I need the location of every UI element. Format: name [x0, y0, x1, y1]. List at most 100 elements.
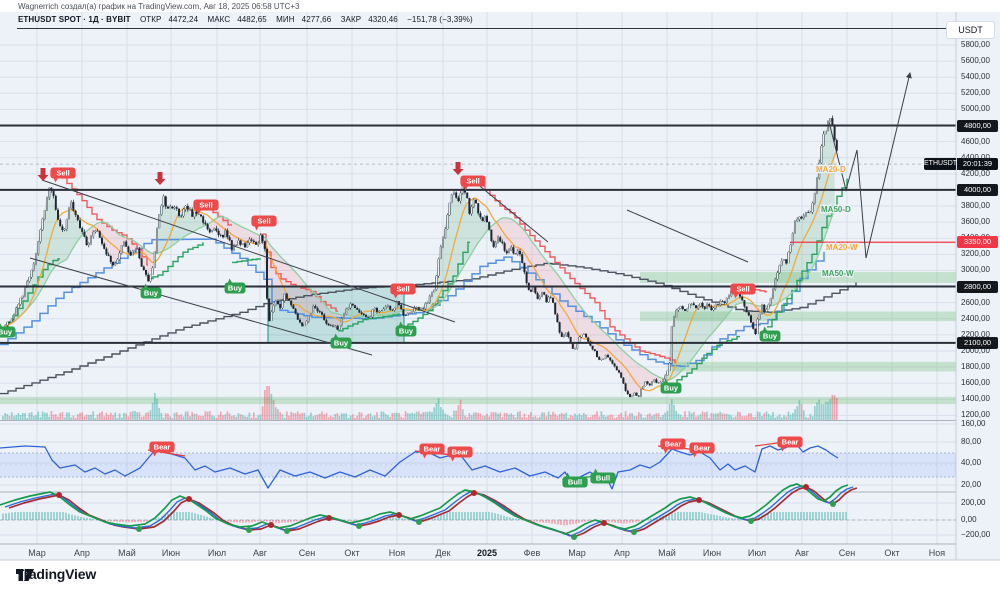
open-label: ОТКР [139, 15, 162, 24]
tradingview-logo-icon [16, 569, 34, 581]
sell-arrow-icon [37, 168, 49, 181]
osc-top-dot [326, 515, 332, 521]
time-tick-month: Июн [702, 548, 722, 558]
close-label: ЗАКР [340, 15, 362, 24]
ma-label: MA50-D [821, 205, 851, 214]
buy-signal-label: Buy [759, 326, 781, 342]
ma-label: MA20-W [826, 243, 858, 252]
time-tick-month: Авг [794, 548, 810, 558]
price-tick: 5600,00 [961, 56, 990, 66]
time-tick-month: Ноя [928, 548, 946, 558]
price-tick: 5800,00 [961, 40, 990, 49]
buy-signal-label: Buy [224, 278, 246, 294]
current-symbol-badge: ETHUSDT [924, 158, 957, 170]
symbol-ohlc-row[interactable]: ETHUSDT SPOT · 1Д · BYBIT ОТКР 4472,24 МА… [18, 15, 480, 24]
trendline [41, 179, 456, 323]
ma50-weekly-line [0, 262, 857, 395]
time-tick-month: Апр [614, 548, 630, 558]
label-text: Bull [568, 478, 582, 487]
price-tick: 2400,00 [961, 313, 990, 323]
price-tick: 3000,00 [961, 265, 990, 275]
currency-toggle-button[interactable]: USDT [946, 21, 995, 39]
price-tick: 5400,00 [961, 72, 990, 82]
rsi-band [0, 453, 956, 477]
label-text: Buy [228, 284, 243, 293]
time-tick-month: Мар [28, 548, 46, 558]
label-text: Buy [664, 384, 679, 393]
osc-tick: 0,00 [961, 515, 977, 524]
change-value: −151,78 (−3,39%) [407, 15, 473, 24]
price-tick: 4600,00 [961, 136, 990, 146]
price-tick: 3600,00 [961, 217, 990, 227]
time-tick-month: Ноя [388, 548, 406, 558]
label-text: Bear [154, 443, 171, 452]
osc-top-dot [186, 496, 192, 502]
time-tick-month: Май [118, 548, 136, 558]
tradingview-logo[interactable]: TradingView [16, 566, 96, 582]
osc-bottom-dot [830, 501, 836, 507]
price-tick: 4200,00 [961, 168, 990, 178]
price-tick: 1200,00 [961, 410, 990, 420]
header-divider [17, 28, 953, 29]
osc-top-dot [56, 492, 62, 498]
support-band [672, 361, 956, 372]
price-level-badge: 2800,00 [957, 280, 998, 293]
rsi-tick: 40,00 [961, 458, 982, 467]
sell-arrow-icon [452, 162, 464, 175]
osc-bottom-dot [136, 526, 142, 532]
low-label: МИН [276, 15, 295, 24]
price-level-badge: 4800,00 [957, 119, 998, 132]
osc-tick: 200,00 [961, 498, 986, 507]
label-text: Bear [694, 444, 711, 453]
label-text: Bear [424, 445, 441, 454]
price-tick: 5200,00 [961, 88, 990, 98]
time-tick-month: Июл [207, 548, 227, 558]
label-text: Sell [56, 169, 69, 178]
label-text: Buy [0, 328, 13, 337]
tradingview-chart-window: Sell Sell Sell Sell Sell Sell Buy Buy Buy Buy Buy B… [0, 0, 1000, 595]
osc-top-dot [471, 490, 477, 496]
label-text: Bear [782, 438, 799, 447]
low-value: 4277,66 [301, 15, 332, 24]
price-tick: 1600,00 [961, 378, 990, 388]
rsi-tick: 160,00 [961, 419, 986, 428]
price-tick: 1800,00 [961, 362, 990, 372]
price-tick: 2600,00 [961, 297, 990, 307]
osc-bottom-dot [356, 523, 362, 529]
time-tick-month: Июн [161, 548, 181, 558]
price-level-badge: 2100,00 [957, 336, 998, 349]
label-text: Sell [736, 285, 749, 294]
label-text: Buy [144, 289, 159, 298]
label-text: Sell [257, 217, 270, 226]
time-tick-month: Окт [344, 548, 360, 558]
time-tick-month: Сен [838, 548, 856, 558]
time-tick-month: Апр [74, 548, 90, 558]
label-text: Buy [334, 339, 349, 348]
rsi-tick: 80,00 [961, 437, 982, 446]
attribution-text: Wagnerrich создал(а) график на TradingVi… [18, 2, 300, 11]
time-tick-month: Сен [298, 548, 316, 558]
osc-bottom-dot [416, 519, 422, 525]
price-tick: 5000,00 [961, 104, 990, 114]
osc-bottom-dot [571, 534, 577, 540]
label-text: Sell [199, 201, 212, 210]
high-label: МАКС [207, 15, 231, 24]
trailing-stop-green [232, 258, 261, 264]
osc-bottom-dot [748, 518, 754, 524]
osc-bottom-dot [631, 529, 637, 535]
chart-canvas[interactable]: Sell Sell Sell Sell Sell Sell Buy Buy Buy Buy Buy B… [0, 0, 1000, 595]
label-text: Bear [452, 448, 469, 457]
rsi-tick: 20,00 [961, 480, 982, 489]
osc-top-dot [696, 497, 702, 503]
osc-top-dot [396, 512, 402, 518]
label-text: Bull [596, 474, 610, 483]
price-tick: 3200,00 [961, 249, 990, 259]
symbol-title: ETHUSDT SPOT · 1Д · BYBIT [18, 15, 131, 24]
time-tick-month: Мар [568, 548, 586, 558]
time-tick-year: 2025 [476, 548, 498, 558]
label-text: Buy [399, 327, 414, 336]
osc-bottom-dot [284, 528, 290, 534]
open-value: 4472,24 [168, 15, 199, 24]
time-tick-month: Авг [252, 548, 268, 558]
support-band [0, 396, 956, 405]
